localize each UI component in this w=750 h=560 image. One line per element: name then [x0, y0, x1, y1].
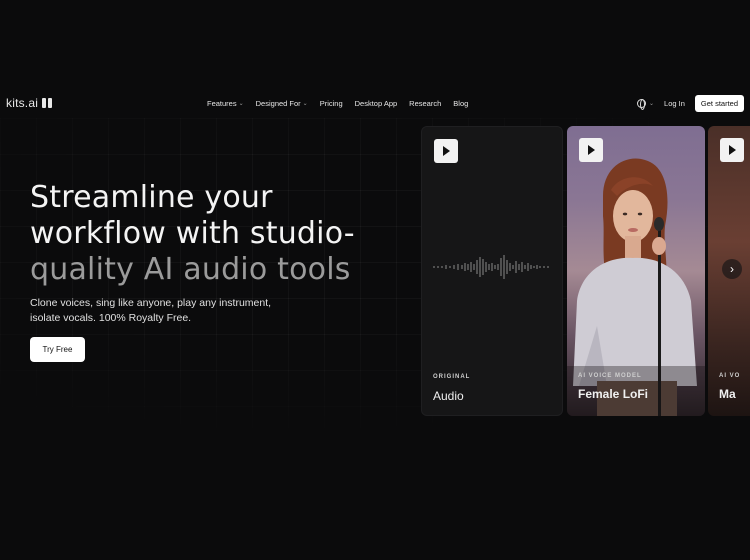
get-started-button[interactable]: Get started — [694, 95, 744, 112]
nav-blog-label: Blog — [453, 99, 469, 108]
play-icon[interactable] — [720, 138, 744, 162]
card-name: Ma — [719, 387, 736, 401]
nav-links: Features ⌄ Designed For ⌄ Pricing Deskto… — [207, 99, 468, 108]
card-tag: AI VO — [719, 373, 741, 379]
card-tag: AI VOICE MODEL — [578, 373, 642, 379]
nav-blog[interactable]: Blog — [453, 99, 468, 108]
hero-title-line3b: AI audio tools — [143, 252, 351, 287]
globe-icon — [637, 99, 646, 110]
logo-mark-icon — [42, 98, 53, 108]
language-selector[interactable]: ⌄ — [637, 99, 655, 110]
hero-subtitle: Clone voices, sing like anyone, play any… — [30, 296, 310, 326]
play-icon[interactable] — [434, 139, 458, 163]
nav-desktop-app-label: Desktop App — [354, 99, 398, 108]
hero-subtitle-line2: isolate vocals. 100% Royalty Free. — [30, 312, 192, 324]
nav-features[interactable]: Features ⌄ — [207, 99, 244, 108]
chevron-down-icon: ⌄ — [238, 101, 244, 107]
try-free-button[interactable]: Try Free — [30, 337, 85, 362]
nav-research[interactable]: Research — [409, 99, 441, 108]
nav-features-label: Features — [207, 99, 237, 108]
top-nav: kits.ai Features ⌄ Designed For ⌄ Pricin… — [0, 92, 750, 116]
hero-subtitle-line1: Clone voices, sing like anyone, play any… — [30, 297, 272, 309]
nav-designed-for-label: Designed For — [255, 99, 301, 108]
nav-pricing-label: Pricing — [319, 99, 343, 108]
chevron-down-icon: ⌄ — [649, 101, 655, 107]
hero-title: Streamline your workflow with studio- qu… — [30, 180, 410, 288]
nav-designed-for[interactable]: Designed For ⌄ — [256, 99, 308, 108]
card-name: Audio — [433, 389, 464, 403]
card-original-audio[interactable]: ORIGINAL Audio — [421, 126, 563, 416]
chevron-down-icon: ⌄ — [302, 101, 308, 107]
card-tag: ORIGINAL — [433, 374, 471, 380]
hero-title-line2: workflow with studio- — [30, 216, 355, 251]
nav-right: ⌄ Log In Get started — [637, 95, 744, 112]
nav-pricing[interactable]: Pricing — [320, 99, 343, 108]
logo[interactable]: kits.ai — [6, 96, 53, 110]
hero-title-line3: quality AI audio tools — [30, 252, 410, 288]
waveform-icon — [433, 255, 549, 279]
carousel-next-chevron-right-icon[interactable]: › — [722, 259, 742, 279]
login-link[interactable]: Log In — [664, 99, 685, 108]
nav-research-label: Research — [409, 99, 442, 108]
hero-title-line3a: quality — [30, 252, 144, 287]
nav-desktop-app[interactable]: Desktop App — [355, 99, 398, 108]
card-female-lofi[interactable]: AI VOICE MODEL Female LoFi — [567, 126, 705, 416]
card-name: Female LoFi — [578, 387, 649, 401]
hero-title-line1: Streamline your — [30, 180, 273, 215]
logo-text: kits.ai — [6, 96, 39, 110]
play-icon[interactable] — [579, 138, 603, 162]
